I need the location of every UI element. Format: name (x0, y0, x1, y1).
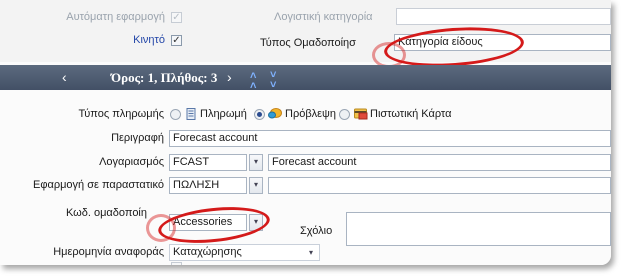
ref-date-label: Ημερομηνία αναφοράς (53, 246, 164, 258)
account-dropdown-button[interactable]: ▾ (249, 154, 263, 171)
double-chevron-down-icon[interactable]: ˅ ˅ (270, 70, 276, 91)
credit-card-icon (354, 108, 368, 120)
forecast-icon (268, 108, 282, 119)
double-chevron-up-icon[interactable]: ˄ ˄ (250, 71, 256, 92)
ref-date-select[interactable]: Καταχώρησης ▾ (169, 244, 320, 261)
payment-radio-forecast[interactable] (254, 109, 265, 120)
payment-option-label: Πληρωμή (200, 108, 247, 120)
account-code-input[interactable]: FCAST (169, 154, 247, 171)
doc-apply-name-input[interactable] (268, 177, 611, 194)
settings-window: Αυτόματη εφαρμογή ✓ Λογιστική κατηγορία … (0, 0, 611, 265)
ref-date-value: Καταχώρησης (173, 246, 242, 258)
accounting-category-input[interactable] (396, 8, 611, 25)
auto-apply-label: Αυτόματη εφαρμογή (66, 11, 165, 23)
highlight-ring-grouping (382, 23, 526, 71)
comment-label: Σχόλιο (300, 225, 333, 237)
description-label: Περιγραφή (111, 132, 164, 144)
payment-radio-credit-card[interactable] (339, 109, 350, 120)
description-input[interactable]: Forecast account (169, 130, 611, 147)
forecast-option-label: Πρόβλεψη (285, 108, 337, 120)
highlight-ring-group-code-tail (146, 214, 176, 242)
record-position-text: Όρος: 1, Πλήθος: 3 (111, 70, 218, 85)
doc-apply-dropdown-button[interactable]: ▾ (249, 177, 263, 194)
credit-card-option-label: Πιστωτική Κάρτα (370, 108, 452, 120)
payment-type-label: Τύπος πληρωμής (78, 108, 165, 120)
doc-apply-label: Εφαρμογή σε παραστατικό (33, 179, 164, 191)
chevron-down-icon: ▾ (308, 248, 313, 257)
mobile-checkbox[interactable]: ✓ (171, 35, 182, 46)
document-icon (186, 108, 196, 120)
chevron-left-icon[interactable]: ‹ (62, 69, 67, 85)
cut-off-checkbox[interactable] (171, 262, 182, 265)
auto-apply-checkbox[interactable]: ✓ (171, 12, 182, 23)
chevron-right-icon[interactable]: › (227, 69, 232, 85)
mobile-label: Κινητό (133, 34, 165, 46)
record-navbar: ‹ Όρος: 1, Πλήθος: 3 › ˄ ˄ ˅ ˅ (0, 65, 611, 92)
top-section: Αυτόματη εφαρμογή ✓ Λογιστική κατηγορία … (0, 0, 611, 71)
doc-apply-input[interactable]: ΠΩΛΗΣΗ (169, 177, 247, 194)
account-label: Λογαριασμός (99, 156, 164, 168)
comment-textarea[interactable] (346, 212, 611, 246)
accounting-category-label: Λογιστική κατηγορία (274, 11, 373, 23)
grouping-type-label: Τύπος Ομαδοποίησ (260, 37, 356, 49)
detail-form: Τύπος πληρωμής Πληρωμή Πρόβλεψη Πιστωτικ… (0, 94, 611, 265)
payment-radio-payment[interactable] (170, 109, 181, 120)
account-name-input[interactable]: Forecast account (268, 154, 611, 171)
group-code-label: Κωδ. ομαδοποίη (65, 207, 147, 219)
